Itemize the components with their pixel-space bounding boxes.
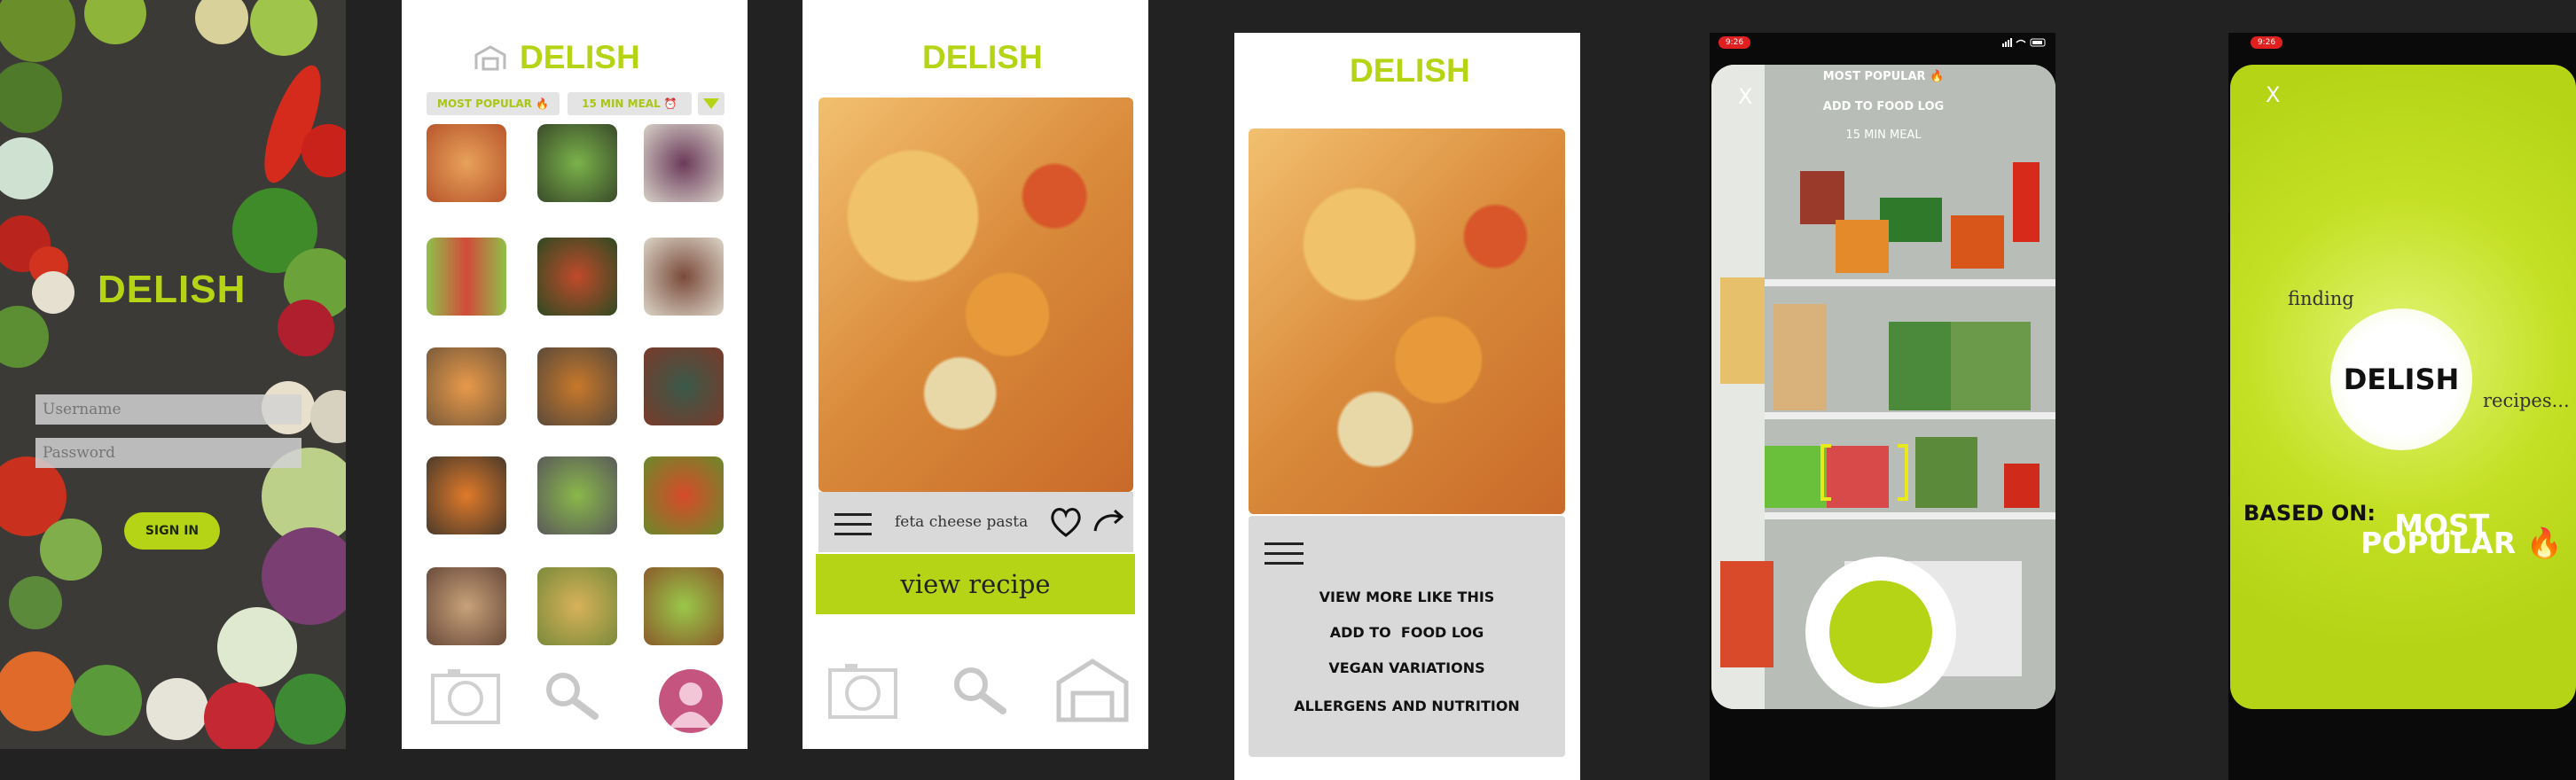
brand-bubble: DELISH bbox=[2330, 308, 2472, 450]
hamburger-menu-icon[interactable] bbox=[1265, 542, 1304, 566]
recipe-thumbnail[interactable] bbox=[644, 456, 724, 534]
password-field[interactable] bbox=[35, 438, 301, 468]
recipe-options-menu: VIEW MORE LIKE THIS ADD TO FOOD LOG VEGA… bbox=[1249, 516, 1565, 757]
recipe-thumbnail[interactable] bbox=[537, 567, 617, 645]
profile-avatar-button[interactable] bbox=[659, 669, 723, 733]
menu-item-vegan-variations[interactable]: VEGAN VARIATIONS bbox=[1249, 659, 1565, 676]
recipe-thumbnail[interactable] bbox=[537, 347, 617, 425]
based-on-label: BASED ON: bbox=[2243, 501, 2376, 526]
app-title: DELISH bbox=[922, 39, 1043, 75]
recipe-thumbnail[interactable] bbox=[644, 347, 724, 425]
menu-item-allergens-nutrition[interactable]: ALLERGENS AND NUTRITION bbox=[1249, 698, 1565, 714]
search-icon[interactable] bbox=[544, 670, 599, 720]
filter-most-popular-label: MOST POPULAR 🔥 bbox=[437, 98, 549, 110]
login-screen: DELISH SIGN IN bbox=[0, 0, 346, 749]
heart-icon[interactable] bbox=[1049, 506, 1083, 538]
close-button[interactable]: X bbox=[2266, 82, 2280, 107]
recipe-thumbnail[interactable] bbox=[537, 456, 617, 534]
view-recipe-button[interactable]: view recipe bbox=[816, 554, 1135, 614]
recipe-name: feta cheese pasta bbox=[895, 513, 1029, 531]
camera-icon[interactable] bbox=[430, 667, 501, 725]
chevron-down-icon bbox=[703, 98, 719, 109]
camera-scan-screen: 9:26 X MOST POPULAR 🔥 ADD TO FOOD LOG 15… bbox=[1710, 33, 2055, 780]
status-time: 9:26 bbox=[1719, 36, 1750, 49]
search-icon[interactable] bbox=[951, 665, 1006, 714]
recipes-label: recipes... bbox=[2483, 390, 2570, 411]
popular-label: POPULAR 🔥 bbox=[2361, 526, 2563, 560]
recipe-thumbnail[interactable] bbox=[427, 456, 506, 534]
loading-panel: X finding DELISH recipes... BASED ON: MO… bbox=[2230, 65, 2576, 709]
capture-button[interactable] bbox=[1805, 557, 1956, 707]
brand-bubble-text: DELISH bbox=[2343, 363, 2460, 396]
camera-viewfinder[interactable]: X MOST POPULAR 🔥 ADD TO FOOD LOG 15 MIN … bbox=[1711, 65, 2055, 709]
vegetables-background-image bbox=[0, 0, 346, 749]
recipe-grid bbox=[427, 124, 728, 656]
recipe-thumbnail[interactable] bbox=[427, 124, 506, 202]
capture-button-inner bbox=[1829, 581, 1932, 683]
recipe-preview-screen: DELISH feta cheese pasta view recipe bbox=[803, 0, 1148, 749]
recipe-action-bar: feta cheese pasta bbox=[818, 492, 1133, 552]
finding-recipes-screen: 9:26 X finding DELISH recipes... BASED O… bbox=[2228, 33, 2576, 780]
hamburger-menu-icon[interactable] bbox=[834, 513, 872, 536]
recipe-hero-image[interactable] bbox=[1249, 129, 1565, 514]
filter-dropdown[interactable] bbox=[698, 92, 724, 115]
overlay-add-to-food-log[interactable]: ADD TO FOOD LOG bbox=[1711, 100, 2055, 113]
view-recipe-label: view recipe bbox=[900, 569, 1051, 599]
menu-item-view-more[interactable]: VIEW MORE LIKE THIS bbox=[1249, 589, 1565, 605]
sign-in-button[interactable]: SIGN IN bbox=[124, 512, 220, 550]
menu-item-add-to-food-log[interactable]: ADD TO FOOD LOG bbox=[1249, 624, 1565, 641]
filter-most-popular[interactable]: MOST POPULAR 🔥 bbox=[427, 92, 560, 115]
filter-15-min-meal-label: 15 MIN MEAL ⏰ bbox=[582, 98, 677, 110]
home-icon[interactable] bbox=[1055, 658, 1130, 723]
app-title: DELISH bbox=[1350, 52, 1470, 89]
recipe-thumbnail[interactable] bbox=[427, 567, 506, 645]
status-time: 9:26 bbox=[2251, 36, 2282, 49]
overlay-most-popular[interactable]: MOST POPULAR 🔥 bbox=[1711, 70, 2055, 83]
filter-15-min-meal[interactable]: 15 MIN MEAL ⏰ bbox=[568, 92, 692, 115]
recipe-menu-screen: DELISH VIEW MORE LIKE THIS ADD TO FOOD L… bbox=[1234, 33, 1580, 780]
home-icon[interactable] bbox=[473, 44, 508, 71]
profile-icon bbox=[669, 682, 712, 728]
username-field[interactable] bbox=[35, 394, 301, 425]
finding-label: finding bbox=[2288, 288, 2354, 309]
recipe-thumbnail[interactable] bbox=[537, 124, 617, 202]
app-title: DELISH bbox=[98, 268, 247, 311]
sign-in-label: SIGN IN bbox=[145, 524, 200, 538]
status-icons bbox=[2002, 38, 2046, 47]
share-arrow-icon[interactable] bbox=[1092, 508, 1127, 534]
recipe-thumbnail[interactable] bbox=[427, 238, 506, 316]
recipe-thumbnail[interactable] bbox=[427, 347, 506, 425]
recipe-thumbnail[interactable] bbox=[644, 567, 724, 645]
recipe-thumbnail[interactable] bbox=[644, 124, 724, 202]
recipe-thumbnail[interactable] bbox=[644, 238, 724, 316]
recipe-hero-image[interactable] bbox=[818, 98, 1133, 492]
recipe-thumbnail[interactable] bbox=[537, 238, 617, 316]
overlay-15-min-meal[interactable]: 15 MIN MEAL bbox=[1711, 129, 2055, 142]
app-title: DELISH bbox=[520, 39, 640, 75]
camera-icon[interactable] bbox=[827, 661, 898, 720]
browse-screen: DELISH MOST POPULAR 🔥 15 MIN MEAL ⏰ bbox=[402, 0, 748, 749]
